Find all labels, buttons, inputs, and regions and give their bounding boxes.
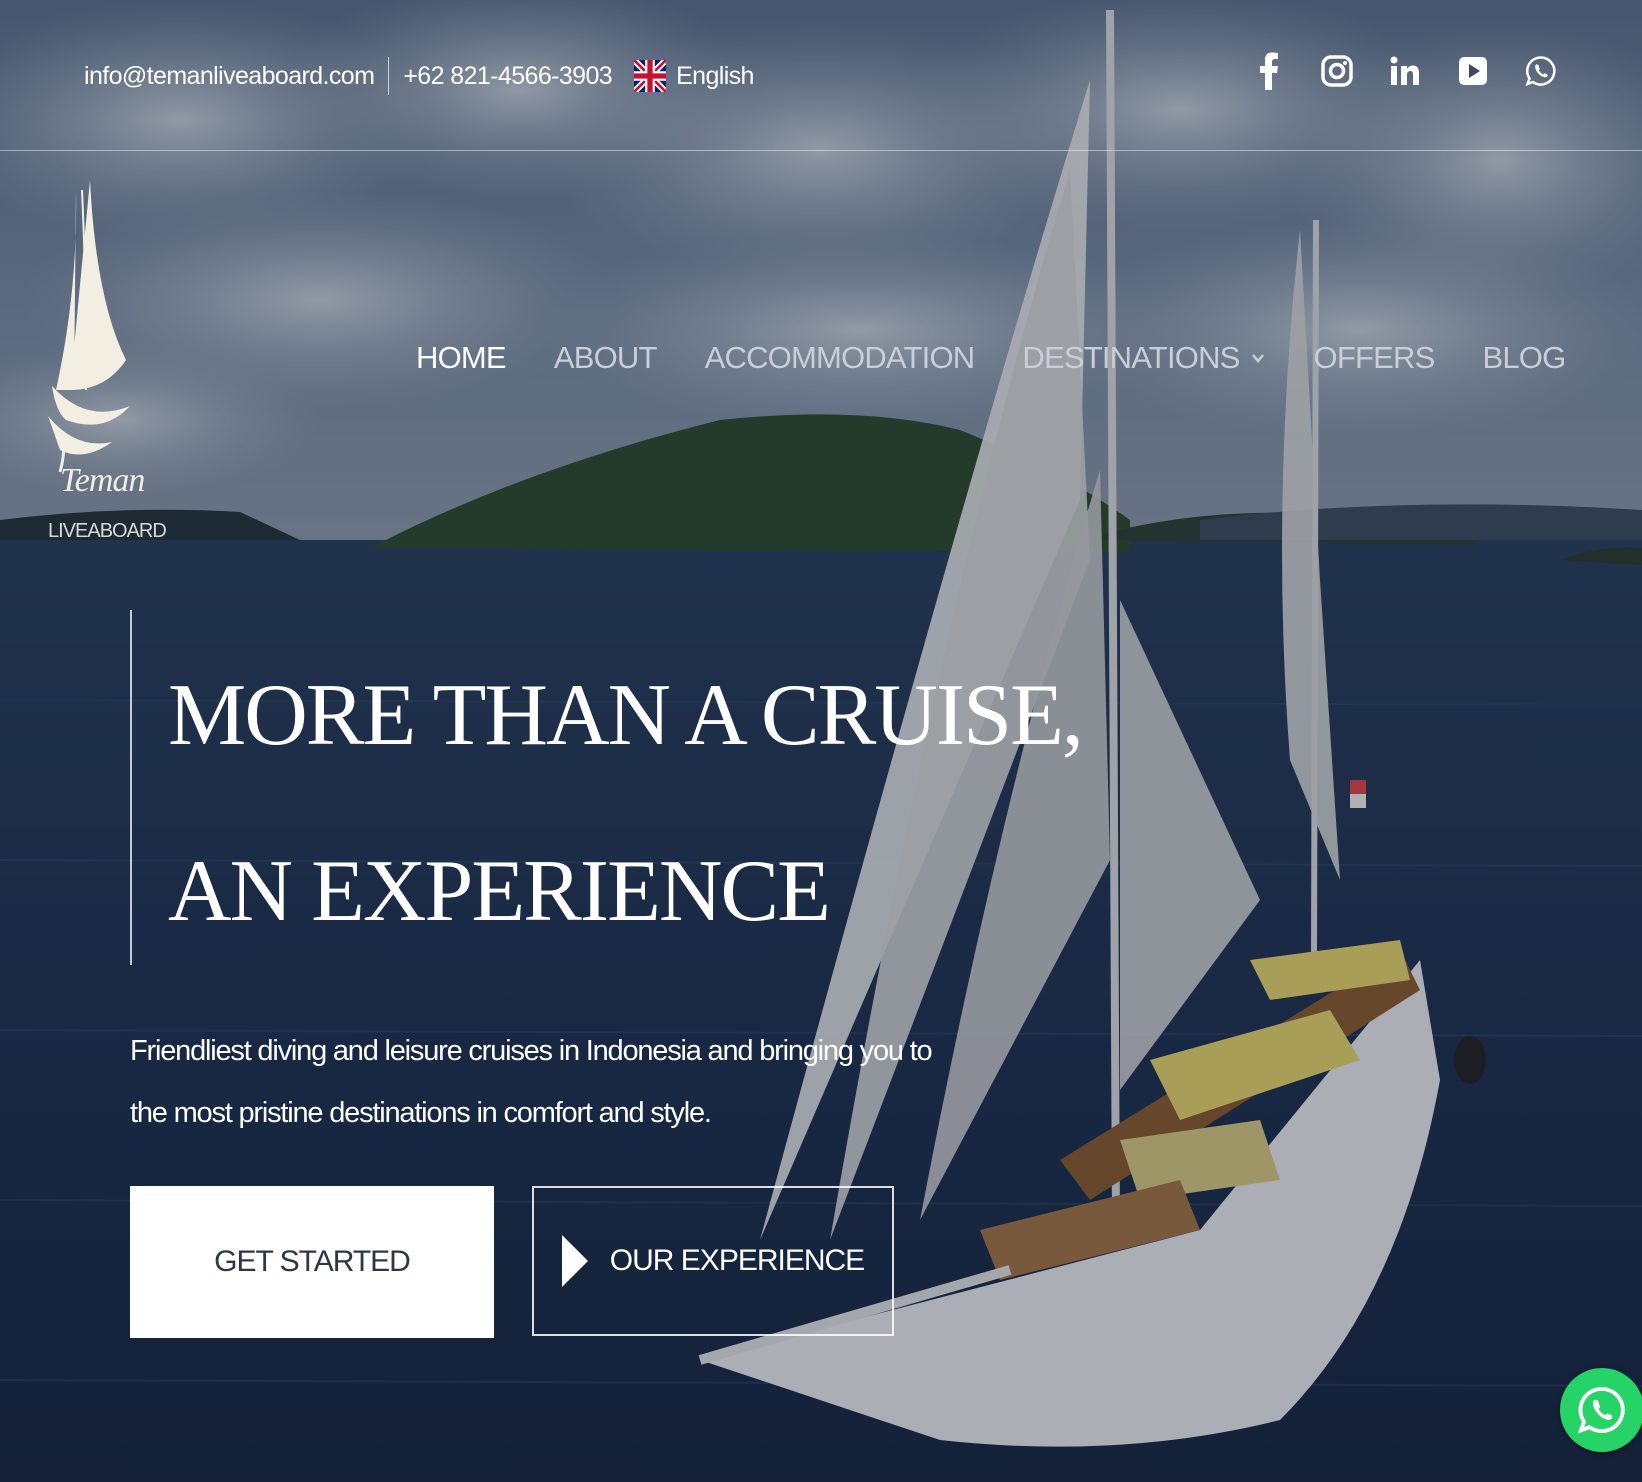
whatsapp-chat-button[interactable]	[1560, 1368, 1642, 1452]
logo-tagline: LIVEABOARD	[48, 520, 167, 542]
email-link[interactable]: info@temanliveaboard.com	[84, 62, 375, 91]
language-selector[interactable]: English	[634, 60, 754, 92]
contact-divider	[388, 57, 390, 95]
hero-headline: MORE THAN A CRUISE, AN EXPERIENCE	[168, 628, 1084, 980]
facebook-icon[interactable]	[1252, 48, 1286, 94]
nav-item-home[interactable]: HOME	[416, 340, 507, 376]
hero-description: Friendliest diving and leisure cruises i…	[130, 1035, 933, 1129]
nav-item-accommodation[interactable]: ACCOMMODATION	[705, 340, 976, 376]
hero-headline-line-2: AN EXPERIENCE	[168, 843, 831, 940]
uk-flag-icon	[634, 60, 667, 92]
top-bar: info@temanliveaboard.com +62 821-4566-39…	[0, 0, 1642, 151]
chevron-down-icon	[1251, 354, 1264, 363]
nav-item-destinations-label: DESTINATIONS	[1022, 340, 1240, 375]
instagram-icon[interactable]	[1320, 48, 1354, 94]
logo-name: Teman	[60, 462, 145, 499]
hero-headline-line-1: MORE THAN A CRUISE,	[168, 667, 1084, 764]
headline-accent-line	[130, 610, 132, 965]
main-navigation: HOME ABOUT ACCOMMODATION DESTINATIONS OF…	[416, 340, 1613, 376]
our-experience-button[interactable]: OUR EXPERIENCE	[532, 1186, 894, 1336]
whatsapp-icon	[1577, 1386, 1625, 1434]
nav-item-destinations[interactable]: DESTINATIONS	[1022, 340, 1265, 376]
phone-link[interactable]: +62 821-4566-3903	[403, 62, 612, 91]
get-started-button[interactable]: GET STARTED	[130, 1186, 494, 1338]
whatsapp-icon[interactable]	[1524, 48, 1558, 94]
youtube-icon[interactable]	[1456, 48, 1490, 94]
social-links	[1252, 48, 1558, 94]
linkedin-icon[interactable]	[1388, 48, 1422, 94]
our-experience-label: OUR EXPERIENCE	[609, 1244, 865, 1277]
nav-item-about[interactable]: ABOUT	[554, 340, 658, 376]
language-label: English	[676, 61, 754, 90]
contact-info: info@temanliveaboard.com +62 821-4566-39…	[84, 56, 754, 96]
play-icon	[561, 1235, 588, 1287]
nav-item-offers[interactable]: OFFERS	[1314, 340, 1436, 376]
nav-item-blog[interactable]: BLOG	[1482, 340, 1566, 376]
